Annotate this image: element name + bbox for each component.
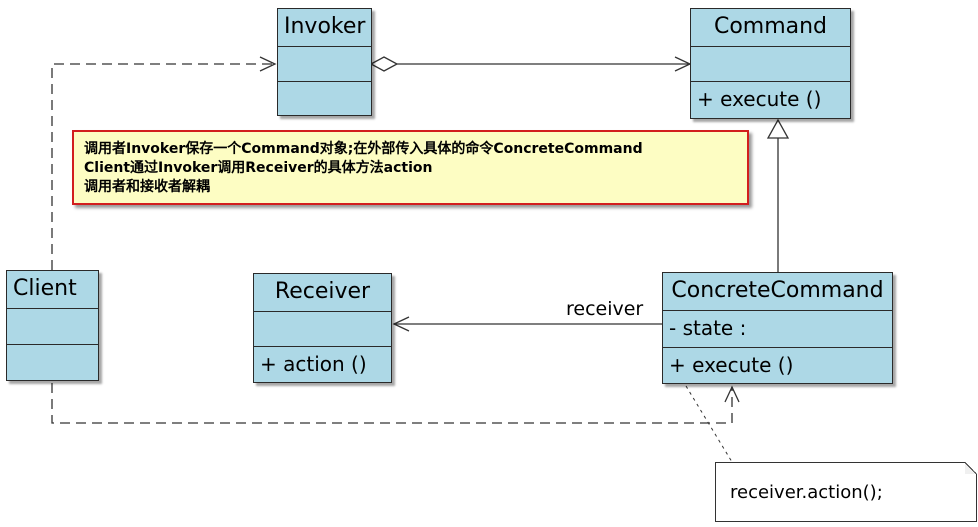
note-fold-corner [965,462,977,474]
client-concretecommand-dependency [51,383,740,424]
class-invoker[interactable]: Invoker [277,8,372,116]
description-note[interactable]: 调用者Invoker保存一个Command对象;在外部传入具体的命令Concre… [72,130,749,205]
class-client-attributes [7,309,98,345]
description-line-1: 调用者Invoker保存一个Command对象;在外部传入具体的命令Concre… [84,141,643,157]
class-invoker-attributes [278,47,371,82]
concretecommand-command-generalization [766,118,790,272]
class-concretecommand[interactable]: ConcreteCommand - state : + execute () [662,272,893,384]
class-command-name: Command [691,9,850,47]
invoker-command-aggregation [369,56,692,72]
class-invoker-operations [278,82,371,115]
class-invoker-name: Invoker [278,9,371,47]
note-anchor-line [685,385,733,463]
class-command-operations: + execute () [691,82,850,118]
class-client-name: Client [7,271,98,309]
receiver-operation-action: + action () [260,352,367,376]
class-receiver-attributes [254,312,391,347]
concretecommand-operation-execute: + execute () [669,353,794,377]
class-concretecommand-name: ConcreteCommand [663,273,892,311]
code-note-text: receiver.action(); [730,482,883,503]
code-note[interactable]: receiver.action(); [715,462,977,522]
command-operation-execute: + execute () [697,87,822,111]
concretecommand-attribute-state: - state : [669,316,747,340]
description-line-3: 调用者和接收者解耦 [84,179,210,195]
class-concretecommand-operations: + execute () [663,348,892,383]
receiver-role-label: receiver [566,298,644,320]
class-receiver[interactable]: Receiver + action () [253,273,392,383]
class-client[interactable]: Client [6,270,99,381]
class-concretecommand-attributes: - state : [663,311,892,348]
class-receiver-name: Receiver [254,274,391,312]
class-command[interactable]: Command + execute () [690,8,851,119]
class-receiver-operations: + action () [254,347,391,382]
class-client-operations [7,345,98,380]
class-command-attributes [691,47,850,82]
description-line-2: Client通过Invoker调用Receiver的具体方法action [84,160,433,176]
